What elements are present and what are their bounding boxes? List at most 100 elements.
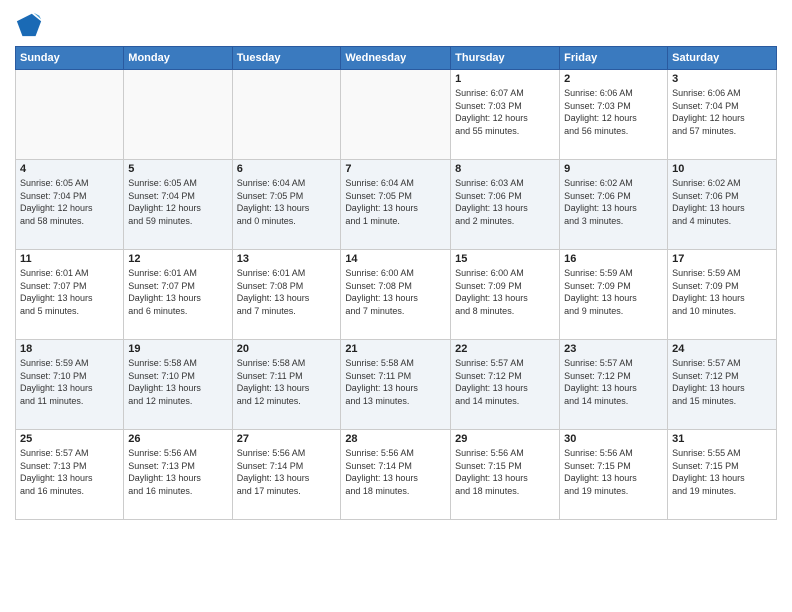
day-info: Sunrise: 5:56 AM Sunset: 7:14 PM Dayligh… xyxy=(237,447,337,497)
header xyxy=(15,10,777,38)
calendar-cell: 25Sunrise: 5:57 AM Sunset: 7:13 PM Dayli… xyxy=(16,430,124,520)
day-number: 4 xyxy=(20,163,119,175)
calendar-cell: 20Sunrise: 5:58 AM Sunset: 7:11 PM Dayli… xyxy=(232,340,341,430)
calendar-cell: 3Sunrise: 6:06 AM Sunset: 7:04 PM Daylig… xyxy=(668,70,777,160)
week-row-5: 25Sunrise: 5:57 AM Sunset: 7:13 PM Dayli… xyxy=(16,430,777,520)
day-info: Sunrise: 5:56 AM Sunset: 7:14 PM Dayligh… xyxy=(345,447,446,497)
weekday-header-row: SundayMondayTuesdayWednesdayThursdayFrid… xyxy=(16,47,777,70)
day-number: 6 xyxy=(237,163,337,175)
day-info: Sunrise: 5:56 AM Sunset: 7:15 PM Dayligh… xyxy=(455,447,555,497)
page: SundayMondayTuesdayWednesdayThursdayFrid… xyxy=(0,0,792,612)
day-number: 17 xyxy=(672,253,772,265)
day-info: Sunrise: 6:07 AM Sunset: 7:03 PM Dayligh… xyxy=(455,87,555,137)
week-row-1: 1 Sunrise: 6:07 AM Sunset: 7:03 PM Daylig… xyxy=(16,70,777,160)
day-number: 20 xyxy=(237,343,337,355)
calendar-cell: 19 Sunrise: 5:58 AM Sunset: 7:10 PM Dayli… xyxy=(124,340,232,430)
calendar-cell: 15 Sunrise: 6:00 AM Sunset: 7:09 PM Dayli… xyxy=(451,250,560,340)
day-info: Sunrise: 5:55 AM Sunset: 7:15 PM Dayligh… xyxy=(672,447,772,497)
calendar-cell: 24 Sunrise: 5:57 AM Sunset: 7:12 PM Dayli… xyxy=(668,340,777,430)
day-info: Sunrise: 5:59 AM Sunset: 7:09 PM Dayligh… xyxy=(672,267,772,317)
day-info: Sunrise: 5:59 AM Sunset: 7:10 PM Dayligh… xyxy=(20,357,119,407)
day-info: Sunrise: 5:57 AM Sunset: 7:12 PM Dayligh… xyxy=(564,357,663,407)
logo-icon xyxy=(15,10,43,38)
week-row-4: 18 Sunrise: 5:59 AM Sunset: 7:10 PM Dayli… xyxy=(16,340,777,430)
weekday-header-tuesday: Tuesday xyxy=(232,47,341,70)
calendar-cell: 11 Sunrise: 6:01 AM Sunset: 7:07 PM Dayli… xyxy=(16,250,124,340)
day-info: Sunrise: 6:00 AM Sunset: 7:09 PM Dayligh… xyxy=(455,267,555,317)
calendar-cell xyxy=(341,70,451,160)
day-number: 7 xyxy=(345,163,446,175)
day-number: 23 xyxy=(564,343,663,355)
day-number: 2 xyxy=(564,73,663,85)
calendar-cell: 4 Sunrise: 6:05 AM Sunset: 7:04 PM Daylig… xyxy=(16,160,124,250)
calendar-cell: 17 Sunrise: 5:59 AM Sunset: 7:09 PM Dayli… xyxy=(668,250,777,340)
calendar-cell: 29 Sunrise: 5:56 AM Sunset: 7:15 PM Dayli… xyxy=(451,430,560,520)
day-info: Sunrise: 6:02 AM Sunset: 7:06 PM Dayligh… xyxy=(564,177,663,227)
day-number: 30 xyxy=(564,433,663,445)
day-number: 27 xyxy=(237,433,337,445)
day-number: 19 xyxy=(128,343,227,355)
day-info: Sunrise: 6:04 AM Sunset: 7:05 PM Dayligh… xyxy=(237,177,337,227)
calendar-cell: 6 Sunrise: 6:04 AM Sunset: 7:05 PM Daylig… xyxy=(232,160,341,250)
day-number: 11 xyxy=(20,253,119,265)
calendar-cell: 21 Sunrise: 5:58 AM Sunset: 7:11 PM Dayli… xyxy=(341,340,451,430)
day-number: 10 xyxy=(672,163,772,175)
calendar-cell: 1 Sunrise: 6:07 AM Sunset: 7:03 PM Daylig… xyxy=(451,70,560,160)
day-info: Sunrise: 6:03 AM Sunset: 7:06 PM Dayligh… xyxy=(455,177,555,227)
logo xyxy=(15,10,47,38)
day-number: 3 xyxy=(672,73,772,85)
weekday-header-wednesday: Wednesday xyxy=(341,47,451,70)
day-number: 28 xyxy=(345,433,446,445)
calendar-cell: 10Sunrise: 6:02 AM Sunset: 7:06 PM Dayli… xyxy=(668,160,777,250)
calendar-cell: 7Sunrise: 6:04 AM Sunset: 7:05 PM Daylig… xyxy=(341,160,451,250)
day-number: 31 xyxy=(672,433,772,445)
day-number: 8 xyxy=(455,163,555,175)
calendar-cell: 26 Sunrise: 5:56 AM Sunset: 7:13 PM Dayli… xyxy=(124,430,232,520)
calendar-cell: 22 Sunrise: 5:57 AM Sunset: 7:12 PM Dayli… xyxy=(451,340,560,430)
day-info: Sunrise: 6:01 AM Sunset: 7:08 PM Dayligh… xyxy=(237,267,337,317)
day-number: 26 xyxy=(128,433,227,445)
calendar-cell: 31 Sunrise: 5:55 AM Sunset: 7:15 PM Dayli… xyxy=(668,430,777,520)
day-number: 22 xyxy=(455,343,555,355)
weekday-header-saturday: Saturday xyxy=(668,47,777,70)
calendar-cell: 5 Sunrise: 6:05 AM Sunset: 7:04 PM Daylig… xyxy=(124,160,232,250)
calendar-cell xyxy=(124,70,232,160)
day-number: 1 xyxy=(455,73,555,85)
calendar-cell: 14Sunrise: 6:00 AM Sunset: 7:08 PM Dayli… xyxy=(341,250,451,340)
day-number: 12 xyxy=(128,253,227,265)
day-info: Sunrise: 6:01 AM Sunset: 7:07 PM Dayligh… xyxy=(128,267,227,317)
calendar-cell xyxy=(232,70,341,160)
calendar-cell: 30Sunrise: 5:56 AM Sunset: 7:15 PM Dayli… xyxy=(560,430,668,520)
day-number: 25 xyxy=(20,433,119,445)
day-number: 16 xyxy=(564,253,663,265)
calendar-cell: 13Sunrise: 6:01 AM Sunset: 7:08 PM Dayli… xyxy=(232,250,341,340)
day-info: Sunrise: 6:05 AM Sunset: 7:04 PM Dayligh… xyxy=(128,177,227,227)
calendar-cell: 18 Sunrise: 5:59 AM Sunset: 7:10 PM Dayli… xyxy=(16,340,124,430)
day-info: Sunrise: 5:56 AM Sunset: 7:13 PM Dayligh… xyxy=(128,447,227,497)
day-number: 29 xyxy=(455,433,555,445)
week-row-3: 11 Sunrise: 6:01 AM Sunset: 7:07 PM Dayli… xyxy=(16,250,777,340)
calendar-cell: 23 Sunrise: 5:57 AM Sunset: 7:12 PM Dayli… xyxy=(560,340,668,430)
day-info: Sunrise: 6:01 AM Sunset: 7:07 PM Dayligh… xyxy=(20,267,119,317)
day-number: 21 xyxy=(345,343,446,355)
day-number: 15 xyxy=(455,253,555,265)
weekday-header-sunday: Sunday xyxy=(16,47,124,70)
calendar-cell xyxy=(16,70,124,160)
day-info: Sunrise: 6:06 AM Sunset: 7:03 PM Dayligh… xyxy=(564,87,663,137)
day-info: Sunrise: 5:58 AM Sunset: 7:10 PM Dayligh… xyxy=(128,357,227,407)
day-number: 9 xyxy=(564,163,663,175)
day-info: Sunrise: 5:59 AM Sunset: 7:09 PM Dayligh… xyxy=(564,267,663,317)
day-info: Sunrise: 5:57 AM Sunset: 7:12 PM Dayligh… xyxy=(672,357,772,407)
calendar-cell: 9 Sunrise: 6:02 AM Sunset: 7:06 PM Daylig… xyxy=(560,160,668,250)
weekday-header-monday: Monday xyxy=(124,47,232,70)
calendar-cell: 16 Sunrise: 5:59 AM Sunset: 7:09 PM Dayli… xyxy=(560,250,668,340)
calendar-cell: 12 Sunrise: 6:01 AM Sunset: 7:07 PM Dayli… xyxy=(124,250,232,340)
week-row-2: 4 Sunrise: 6:05 AM Sunset: 7:04 PM Daylig… xyxy=(16,160,777,250)
day-info: Sunrise: 6:05 AM Sunset: 7:04 PM Dayligh… xyxy=(20,177,119,227)
day-info: Sunrise: 5:58 AM Sunset: 7:11 PM Dayligh… xyxy=(345,357,446,407)
day-number: 24 xyxy=(672,343,772,355)
calendar-cell: 8 Sunrise: 6:03 AM Sunset: 7:06 PM Daylig… xyxy=(451,160,560,250)
day-info: Sunrise: 5:57 AM Sunset: 7:12 PM Dayligh… xyxy=(455,357,555,407)
day-number: 5 xyxy=(128,163,227,175)
day-number: 18 xyxy=(20,343,119,355)
